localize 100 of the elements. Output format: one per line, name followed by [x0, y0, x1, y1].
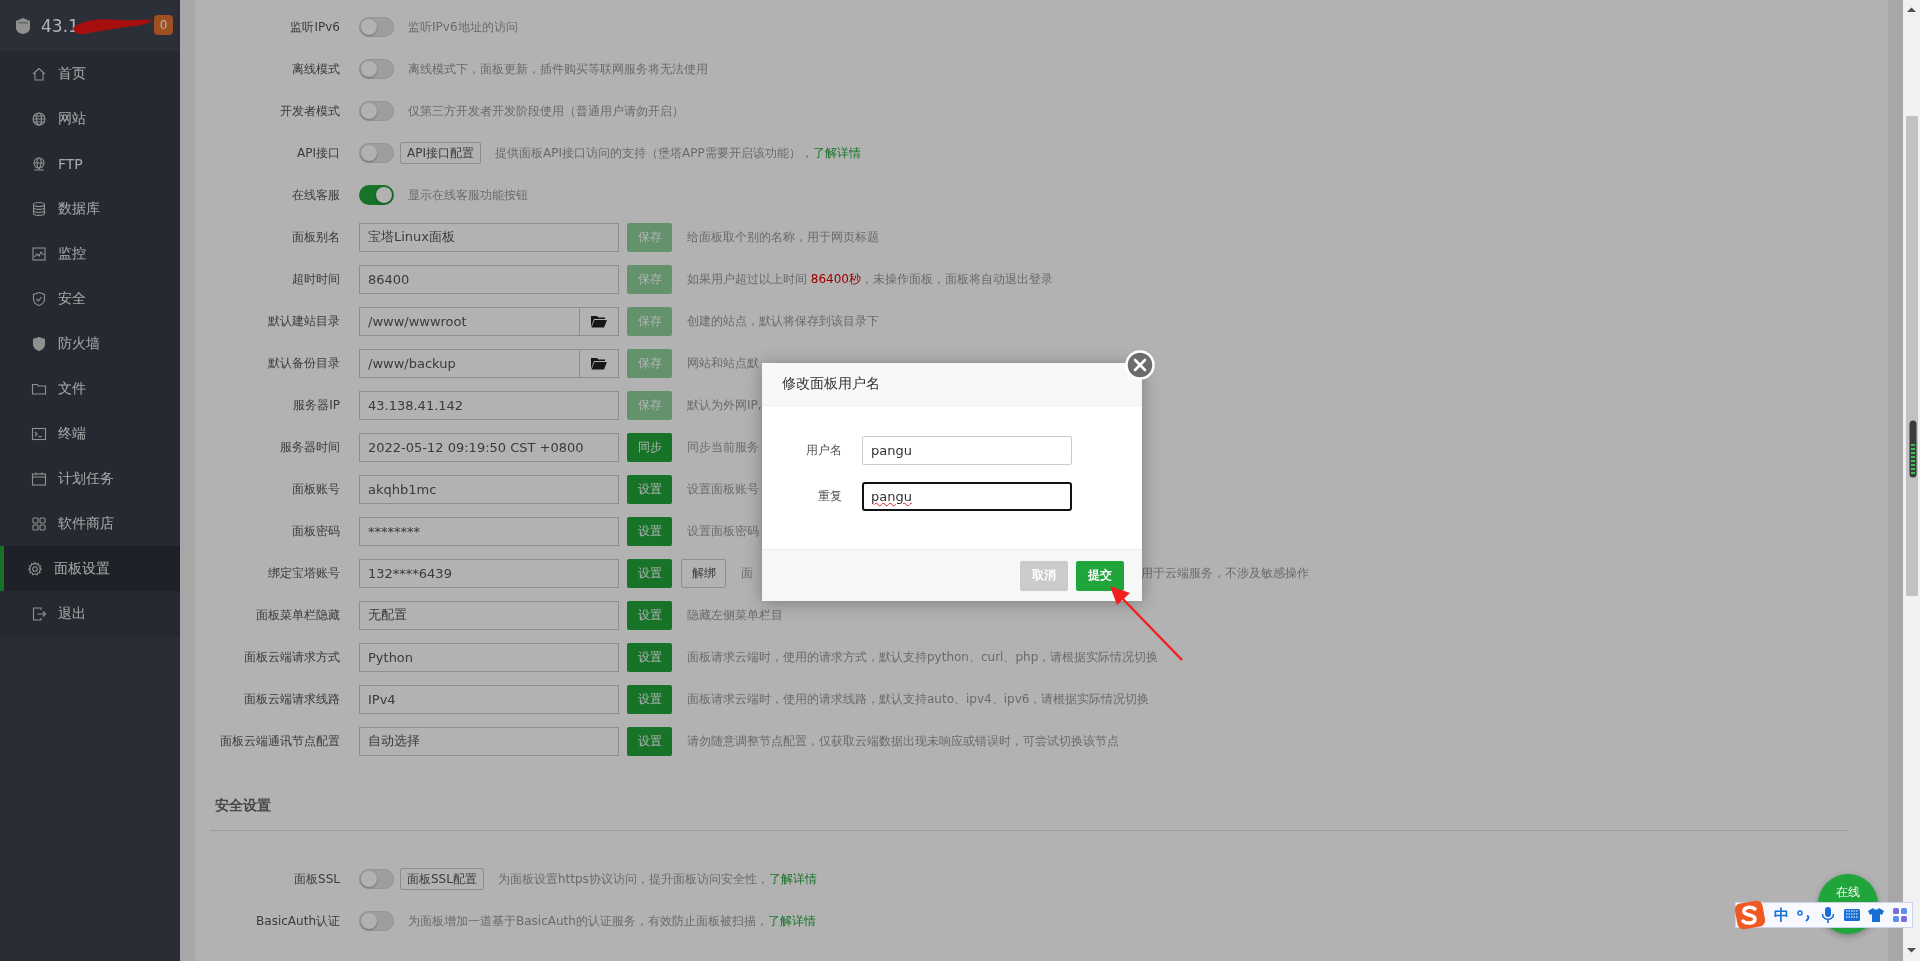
input-field[interactable]: 无配置	[359, 600, 619, 630]
shield-icon	[31, 290, 47, 307]
toggle-switch[interactable]	[359, 17, 394, 37]
action-button[interactable]: 同步	[627, 432, 672, 462]
input-field[interactable]: 自动选择	[359, 726, 619, 756]
learn-more-link[interactable]: 了解详情	[812, 144, 861, 162]
setting-description: 同步当前服务	[687, 438, 759, 456]
nav-item[interactable]: 防火墙	[0, 321, 180, 366]
config-button[interactable]: 面板SSL配置	[400, 868, 484, 890]
shield-icon	[31, 335, 47, 352]
setting-description: 设置面板密码	[687, 522, 759, 540]
setting-label: BasicAuth认证	[255, 912, 340, 930]
input-field[interactable]: /www/backup	[359, 348, 580, 378]
input-field[interactable]: 宝塔Linux面板	[359, 222, 619, 252]
grid-icon[interactable]	[1891, 906, 1909, 924]
setting-description: 监听IPv6地址的访问	[408, 18, 518, 36]
setting-label: 面板SSL	[293, 870, 340, 888]
input-field[interactable]: IPv4	[359, 684, 619, 714]
setting-description: 提供面板API接口访问的支持（堡塔APP需要开启该功能），	[495, 144, 813, 162]
toggle-switch[interactable]	[359, 101, 394, 121]
browse-button[interactable]	[580, 306, 619, 336]
toggle-switch[interactable]	[359, 59, 394, 79]
action-button[interactable]: 设置	[627, 558, 672, 588]
folder-icon	[591, 356, 607, 370]
action-button[interactable]: 设置	[627, 474, 672, 504]
toggle-switch[interactable]	[359, 185, 394, 205]
action-button[interactable]: 设置	[627, 726, 672, 756]
setting-description: 用于云端服务，不涉及敏感操作	[1141, 564, 1309, 582]
toggle-switch[interactable]	[359, 143, 394, 163]
setting-description: 为面板设置https协议访问，提升面板访问安全性，	[497, 870, 769, 888]
nav-item[interactable]: 监控	[0, 231, 180, 276]
shirt-icon[interactable]	[1867, 906, 1885, 924]
setting-description: 设置面板账号	[687, 480, 759, 498]
logout-icon	[31, 605, 47, 622]
setting-description: 请勿随意调整节点配置，仅获取云端数据出现未响应或错误时，可尝试切换该节点	[687, 732, 1119, 750]
config-button[interactable]: API接口配置	[400, 142, 481, 164]
text-field[interactable]: pangu	[862, 436, 1072, 465]
setting-label: 面板账号	[291, 480, 340, 498]
input-field[interactable]: /www/wwwroot	[359, 306, 580, 336]
setting-description: 离线模式下，面板更新，插件购买等联网服务将无法使用	[408, 60, 708, 78]
microphone-icon[interactable]	[1819, 906, 1837, 924]
setting-description: 仅第三方开发者开发阶段使用（普通用户请勿开启）	[408, 102, 684, 120]
nav-item[interactable]: 软件商店	[0, 501, 180, 546]
setting-label: API接口	[296, 144, 340, 162]
setting-label: 面板云端请求线路	[243, 690, 340, 708]
input-field[interactable]: 132****6439	[359, 558, 619, 588]
nav-item[interactable]: 数据库	[0, 186, 180, 231]
setting-label: 默认建站目录	[267, 312, 340, 330]
learn-more-link[interactable]: 了解详情	[768, 870, 817, 888]
calendar-icon	[31, 470, 47, 487]
action-button[interactable]: 设置	[627, 684, 672, 714]
logo-icon[interactable]	[1733, 899, 1767, 931]
nav-item[interactable]: 计划任务	[0, 456, 180, 501]
section-title: 安全设置	[215, 797, 271, 815]
keyboard-icon[interactable]	[1843, 906, 1861, 924]
toggle-switch[interactable]	[359, 869, 394, 889]
setting-label: 离线模式	[291, 60, 340, 78]
input-field[interactable]: ********	[359, 516, 619, 546]
setting-description: 面	[741, 564, 753, 582]
setting-label: 超时时间	[291, 270, 340, 288]
action-button[interactable]: 设置	[627, 642, 672, 672]
input-mode[interactable]: 中	[1774, 905, 1789, 925]
nav-item[interactable]: 网站	[0, 96, 180, 141]
learn-more-link[interactable]: 了解详情	[767, 912, 816, 930]
nav-item[interactable]: 文件	[0, 366, 180, 411]
setting-description: 面板请求云端时，使用的请求方式，默认支持python、curl、php，请根据实际情况切换	[687, 648, 1159, 666]
toggle-switch[interactable]	[359, 911, 394, 931]
setting-description: 显示在线客服功能按钮	[408, 186, 528, 204]
setting-label: 开发者模式	[279, 102, 340, 120]
field-label: 重复	[817, 488, 842, 505]
action-button[interactable]: 设置	[627, 600, 672, 630]
nav-item[interactable]: 面板设置	[0, 546, 180, 591]
nav-item[interactable]: 安全	[0, 276, 180, 321]
input-field[interactable]: 86400	[359, 264, 619, 294]
input-field[interactable]: 2022-05-12 09:19:50 CST +0800	[359, 432, 619, 462]
input-field[interactable]: 43.138.41.142	[359, 390, 619, 420]
input-field[interactable]: akqhb1mc	[359, 474, 619, 504]
notification-badge[interactable]: 0	[154, 15, 173, 35]
folder-icon	[591, 314, 607, 328]
field-label: 用户名	[805, 442, 842, 459]
action-button[interactable]: 设置	[627, 516, 672, 546]
database-icon	[31, 200, 47, 217]
unbind-button[interactable]: 解绑	[681, 558, 726, 588]
input-field[interactable]: Python	[359, 642, 619, 672]
text-field[interactable]: pangu	[862, 482, 1072, 511]
setting-description: 默认为外网IP,	[687, 396, 762, 414]
globe-icon	[31, 110, 47, 127]
level-meter-icon	[1909, 420, 1917, 478]
nav-item[interactable]: 退出	[0, 591, 180, 636]
submit-button[interactable]: 提交	[1076, 560, 1124, 591]
browse-button[interactable]	[580, 348, 619, 378]
setting-label: 面板菜单栏隐藏	[255, 606, 340, 624]
nav-item[interactable]: 终端	[0, 411, 180, 456]
setting-description: 创建的站点，默认将保存到该目录下	[687, 312, 879, 330]
setting-label: 面板密码	[291, 522, 340, 540]
nav-item[interactable]: 首页	[0, 51, 180, 96]
setting-label: 面板云端请求方式	[243, 648, 340, 666]
setting-label: 面板别名	[291, 228, 340, 246]
nav-item[interactable]: FTP	[0, 141, 180, 186]
setting-label: 服务器时间	[279, 438, 340, 456]
